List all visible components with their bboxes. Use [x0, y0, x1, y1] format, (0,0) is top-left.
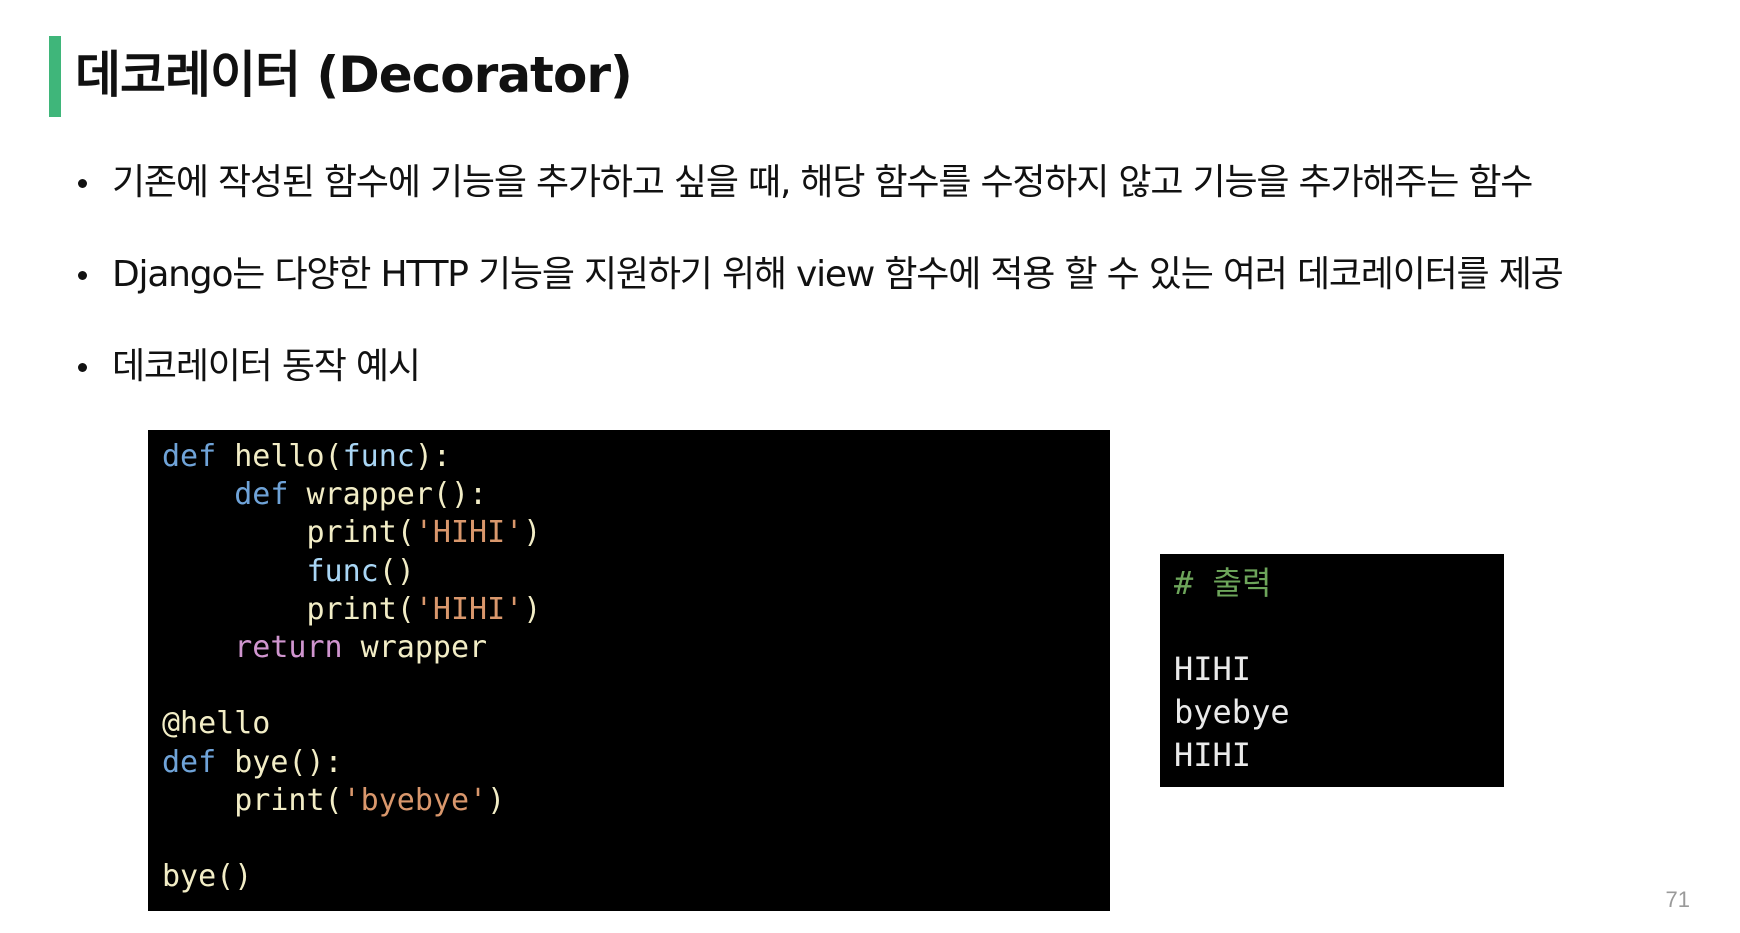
code-line-8: @hello [162, 705, 1110, 743]
code-keyword: def [162, 744, 217, 780]
code-line-11-blank [162, 820, 1110, 858]
bullet-item-2: Django는 다양한 HTTP 기능을 지원하기 위해 view 함수에 적용… [74, 244, 1734, 306]
code-text: ) [523, 515, 542, 551]
code-decorator: @hello [162, 706, 271, 742]
bullet-item-1: 기존에 작성된 함수에 기능을 추가하고 싶을 때, 해당 함수를 수정하지 않… [74, 152, 1734, 214]
bullet-text-2: Django는 다양한 HTTP 기능을 지원하기 위해 view 함수에 적용… [112, 254, 1564, 295]
code-line-2: def wrapper(): [162, 476, 1110, 514]
bullet-dot-icon [78, 363, 87, 372]
code-block: def hello(func): def wrapper(): print('H… [148, 430, 1110, 911]
code-text: print( [306, 591, 415, 627]
code-line-10: print('byebye') [162, 782, 1110, 820]
code-line-5: print('HIHI') [162, 591, 1110, 629]
output-line-3: HIHI [1174, 736, 1252, 774]
output-line-2: byebye [1174, 693, 1290, 731]
code-line-9: def bye(): [162, 744, 1110, 782]
output-line-1: HIHI [1174, 650, 1252, 688]
code-text: ): [414, 439, 451, 474]
bullet-list: 기존에 작성된 함수에 기능을 추가하고 싶을 때, 해당 함수를 수정하지 않… [74, 152, 1734, 428]
code-text: wrapper [342, 629, 488, 665]
code-text: wrapper(): [288, 477, 488, 513]
output-blank-line [1174, 605, 1504, 648]
code-text: ) [487, 782, 506, 818]
output-comment: # 출력 [1174, 564, 1272, 602]
code-text: () [378, 553, 415, 589]
bullet-dot-icon [78, 179, 87, 188]
code-keyword: return [234, 629, 343, 665]
bullet-item-3: 데코레이터 동작 예시 [74, 336, 1734, 398]
code-keyword: def [162, 439, 217, 474]
code-keyword: def [234, 477, 289, 513]
code-line-7-blank [162, 667, 1110, 705]
code-line-12: bye() [162, 858, 1110, 896]
code-string: 'HIHI' [414, 591, 524, 627]
code-text: bye(): [216, 744, 343, 780]
code-text: print( [306, 515, 415, 551]
page-number: 71 [1665, 887, 1690, 912]
code-line-3: print('HIHI') [162, 514, 1110, 552]
code-line-1: def hello(func): [162, 438, 1110, 476]
code-line-6: return wrapper [162, 629, 1110, 667]
title-accent-bar [49, 36, 61, 117]
code-string: 'HIHI' [414, 515, 524, 551]
code-text: bye() [162, 859, 253, 895]
output-block: # 출력 HIHI byebye HIHI [1160, 554, 1504, 787]
code-line-4: func() [162, 553, 1110, 591]
bullet-text-1: 기존에 작성된 함수에 기능을 추가하고 싶을 때, 해당 함수를 수정하지 않… [112, 162, 1533, 203]
code-text: print( [234, 782, 343, 818]
code-text: ) [523, 591, 542, 627]
code-param: func [306, 553, 379, 589]
code-text: hello( [216, 439, 343, 474]
code-string: 'byebye' [342, 782, 488, 818]
bullet-text-3: 데코레이터 동작 예시 [112, 346, 421, 387]
code-param: func [342, 439, 415, 474]
page-title: 데코레이터 (Decorator) [75, 46, 633, 104]
bullet-dot-icon [78, 271, 87, 280]
